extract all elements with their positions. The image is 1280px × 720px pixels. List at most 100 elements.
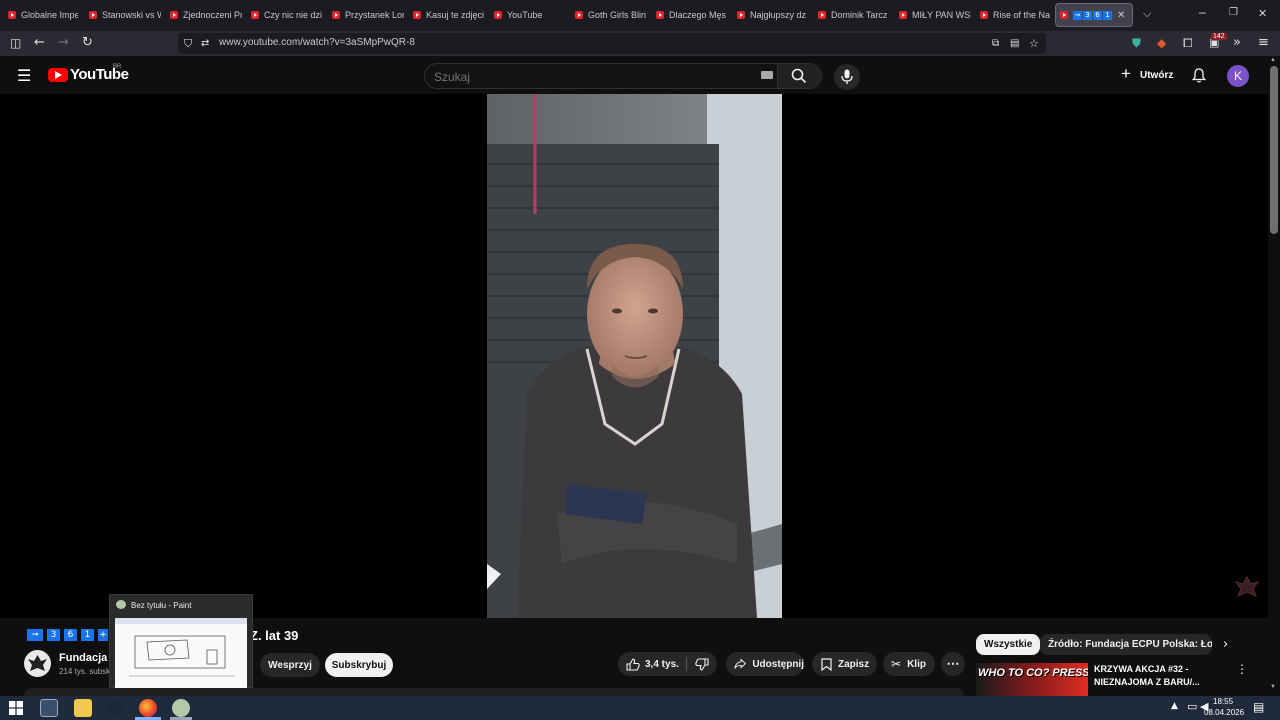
browser-tab[interactable]: Stanowski vs W	[89, 4, 161, 26]
scroll-up-arrow-icon[interactable]: ▲	[1270, 57, 1276, 63]
browser-tab[interactable]: Najgłupszy dz	[737, 4, 809, 26]
back-arrow-icon[interactable]: ←	[34, 35, 45, 51]
plus-icon[interactable]: +	[1121, 65, 1131, 82]
recommendation-menu-icon[interactable]: ⋮	[1236, 662, 1248, 676]
arrow-right-badge-icon: ➞	[1073, 10, 1082, 20]
notifications-bell-icon[interactable]	[1192, 68, 1206, 83]
steam-icon[interactable]	[106, 699, 124, 717]
chip-all[interactable]: Wszystkie	[976, 634, 1041, 655]
youtube-masthead: ☰ YouTube BR + Utwórz K	[0, 56, 1268, 94]
description-box[interactable]	[24, 688, 964, 696]
subscriber-count: 214 tys. subsk	[59, 667, 111, 676]
paint-sketch-image	[115, 618, 247, 677]
reader-view-icon[interactable]: ▤	[1010, 36, 1019, 52]
browser-tab[interactable]: Kasuj te zdjęci	[413, 4, 485, 26]
chip-source[interactable]: Źródło: Fundacja ECPU Polska: Łowcy	[1040, 634, 1212, 655]
url-text[interactable]: www.youtube.com/watch?v=3aSMpPwQR-8	[219, 37, 415, 48]
firefox-icon[interactable]	[139, 699, 157, 717]
recommendation-thumbnail[interactable]: WHO TO CO? PRESSING!	[976, 663, 1088, 696]
shield-icon[interactable]: ⛉	[184, 36, 192, 52]
tab-list-chevron-icon[interactable]: ⌵	[1143, 7, 1151, 21]
channel-avatar[interactable]	[24, 650, 51, 677]
extension-fox-icon[interactable]: ◆	[1157, 35, 1166, 51]
network-icon[interactable]: ▭	[1187, 700, 1197, 713]
preview-window-title: Bez tytułu - Paint	[131, 601, 192, 610]
youtube-favicon-icon	[8, 11, 16, 19]
clock-date[interactable]: 08.04.2026	[1204, 708, 1244, 717]
menu-hamburger-icon[interactable]: ≡	[1258, 35, 1269, 51]
browser-tab[interactable]: Czy nic nie dzi	[251, 4, 323, 26]
create-button[interactable]: Utwórz	[1140, 70, 1173, 81]
windows-taskbar: ▲ ▭ ◀ 18:55 08.04.2026 ▤	[0, 696, 1280, 720]
clock-time[interactable]: 18:55	[1213, 697, 1233, 706]
share-button[interactable]: Udostępnij	[726, 652, 804, 676]
browser-tab[interactable]: Globalne Impe	[8, 4, 78, 26]
extension-shield-icon[interactable]: ⛊	[1132, 35, 1141, 51]
overflow-chevrons-icon[interactable]: »	[1233, 35, 1241, 51]
dislike-button[interactable]	[688, 652, 717, 676]
youtube-favicon-icon	[332, 11, 340, 19]
video-player[interactable]	[0, 94, 1268, 618]
account-avatar[interactable]: K	[1227, 65, 1249, 87]
permissions-icon[interactable]: ⇄	[201, 36, 209, 52]
more-actions-icon[interactable]: ⋯	[941, 652, 965, 676]
desktop-app-icon[interactable]	[40, 699, 58, 717]
recommendation-title-line[interactable]: KRZYWA AKCJA #32 -	[1094, 664, 1189, 674]
browser-tab[interactable]: MIŁY PAN WSP	[899, 4, 971, 26]
browser-tab-active[interactable]: ➞ 3 6 1 ✕	[1055, 3, 1133, 27]
url-bar[interactable]: ⛉ ⇄ www.youtube.com/watch?v=3aSMpPwQR-8 …	[178, 33, 1046, 54]
browser-tab[interactable]: Przystanek Lon	[332, 4, 404, 26]
voice-search-button[interactable]	[834, 64, 860, 90]
scroll-down-arrow-icon[interactable]: ▼	[1270, 684, 1276, 690]
recommendation-title-line[interactable]: NIEZNAJOMA Z BARU/...	[1094, 677, 1200, 687]
youtube-favicon-icon	[899, 11, 907, 19]
youtube-logo-icon[interactable]	[48, 68, 68, 82]
search-input[interactable]	[434, 70, 754, 84]
sidebar-toggle-icon[interactable]: ◫	[10, 35, 21, 51]
youtube-favicon-icon	[575, 11, 583, 19]
region-code: BR	[113, 64, 122, 70]
channel-watermark-icon[interactable]	[1234, 574, 1260, 600]
tray-chevron-icon[interactable]: ▲	[1171, 701, 1178, 711]
search-button[interactable]	[777, 64, 821, 88]
windows-start-icon[interactable]	[9, 701, 23, 715]
forward-arrow-icon[interactable]: →	[58, 35, 69, 51]
like-button[interactable]: 3,4 tys.	[618, 652, 685, 676]
guide-menu-icon[interactable]: ☰	[17, 66, 31, 85]
browser-tab[interactable]: Zjednoczeni Pr	[170, 4, 242, 26]
support-button[interactable]: Wesprzyj	[260, 653, 320, 677]
video-title: ➞ 3 6 1 +	[27, 629, 109, 641]
youtube-favicon-icon	[89, 11, 97, 19]
youtube-favicon-icon	[656, 11, 664, 19]
picture-in-picture-icon[interactable]: ⧉	[992, 36, 999, 52]
browser-tab[interactable]: YouTube	[494, 4, 566, 26]
chip-next-chevron-icon[interactable]: ›	[1223, 637, 1228, 652]
subscribe-button[interactable]: Subskrybuj	[325, 653, 393, 677]
youtube-favicon-icon	[251, 11, 259, 19]
microphone-icon	[841, 69, 853, 84]
video-title-text: Z. lat 39	[250, 628, 299, 643]
arrow-badge-icon: +	[98, 629, 108, 641]
save-button[interactable]: Zapisz	[812, 652, 877, 676]
youtube-favicon-icon	[494, 11, 502, 19]
minimize-icon[interactable]: ─	[1199, 7, 1206, 20]
thumbs-up-icon	[626, 657, 640, 671]
bookmark-star-icon[interactable]: ☆	[1029, 36, 1039, 52]
browser-tab[interactable]: Goth Girls Blin	[575, 4, 647, 26]
taskbar-preview-popup[interactable]: Bez tytułu - Paint	[109, 594, 253, 688]
keyboard-icon[interactable]	[761, 71, 773, 79]
video-frame[interactable]	[487, 94, 782, 618]
paint-icon[interactable]	[172, 699, 190, 717]
restore-icon[interactable]: ❐	[1229, 7, 1238, 18]
reload-icon[interactable]: ↻	[82, 35, 93, 51]
browser-tab[interactable]: Dlaczego Męs	[656, 4, 728, 26]
notifications-icon[interactable]: ▤	[1253, 700, 1264, 714]
scrollbar-thumb[interactable]	[1270, 66, 1278, 234]
file-explorer-icon[interactable]	[74, 699, 92, 717]
close-tab-icon[interactable]: ✕	[1117, 10, 1125, 21]
extensions-puzzle-icon[interactable]: ⧠	[1183, 35, 1193, 51]
clip-button[interactable]: ✂ Klip	[883, 652, 935, 676]
browser-tab[interactable]: Dominik Tarcz	[818, 4, 890, 26]
browser-tab[interactable]: Rise of the Na	[980, 4, 1050, 26]
close-window-icon[interactable]: ✕	[1258, 7, 1267, 20]
